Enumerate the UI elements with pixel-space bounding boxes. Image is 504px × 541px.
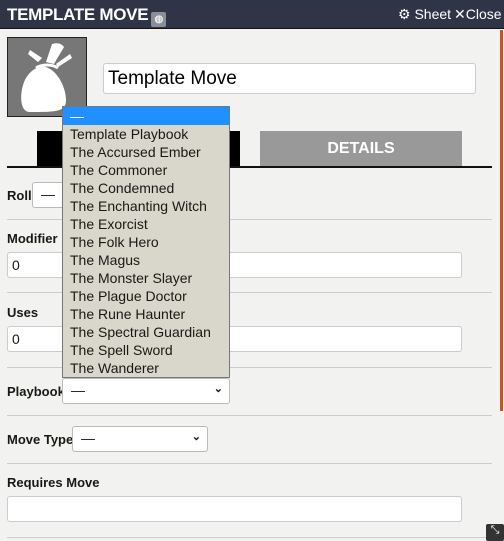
playbook-value: —: [71, 382, 85, 398]
dropdown-option[interactable]: The Wanderer: [63, 359, 229, 377]
requires-move-label: Requires Move: [7, 475, 100, 490]
roll-label: Roll: [7, 188, 32, 203]
chevron-down-icon: ⌄: [213, 383, 223, 395]
divider: [7, 537, 492, 538]
dropdown-option[interactable]: The Magus: [63, 251, 229, 269]
dropdown-option[interactable]: Template Playbook: [63, 125, 229, 143]
dropdown-option[interactable]: The Exorcist: [63, 215, 229, 233]
dropdown-option[interactable]: The Plague Doctor: [63, 287, 229, 305]
window-title: TEMPLATE MOVE ◍: [7, 5, 167, 27]
modifier-label: Modifier: [7, 231, 58, 246]
chevron-down-icon: ⌄: [191, 431, 201, 443]
sheet-button[interactable]: ⚙ Sheet: [398, 6, 451, 23]
dropdown-option[interactable]: The Monster Slayer: [63, 269, 229, 287]
uses-label: Uses: [7, 305, 39, 320]
dropdown-option[interactable]: The Spectral Guardian: [63, 323, 229, 341]
move-type-label: Move Type: [7, 432, 74, 447]
move-image[interactable]: [7, 37, 87, 117]
dropdown-option[interactable]: The Folk Hero: [63, 233, 229, 251]
dropdown-option[interactable]: The Enchanting Witch: [63, 197, 229, 215]
tab-details[interactable]: DETAILS: [260, 131, 462, 166]
bag-icon: [21, 43, 72, 112]
gear-icon: ⚙: [398, 6, 411, 22]
divider: [7, 415, 492, 416]
requires-move-input[interactable]: [7, 496, 462, 522]
divider: [7, 463, 492, 464]
playbook-dropdown-list[interactable]: — Template Playbook The Accursed Ember The …: [62, 106, 230, 378]
move-name-input[interactable]: [103, 63, 476, 94]
scrollbar[interactable]: [500, 30, 503, 411]
close-label: Close: [465, 6, 502, 22]
close-icon: ✕: [454, 6, 466, 22]
close-button[interactable]: ✕Close: [454, 6, 502, 23]
dropdown-option[interactable]: The Accursed Ember: [63, 143, 229, 161]
playbook-label: Playbook: [7, 384, 65, 399]
sheet-label: Sheet: [414, 6, 452, 22]
dropdown-option[interactable]: The Spell Sword: [63, 341, 229, 359]
window-header: TEMPLATE MOVE ◍ ⚙ Sheet ✕Close: [0, 0, 504, 29]
roll-value: —: [41, 186, 55, 202]
dropdown-option[interactable]: —: [63, 107, 229, 125]
resize-handle-icon[interactable]: ⤡: [486, 524, 504, 541]
playbook-select[interactable]: — ⌄: [62, 378, 230, 404]
dropdown-option[interactable]: The Condemned: [63, 179, 229, 197]
document-id-icon[interactable]: ◍: [151, 12, 167, 27]
move-type-value: —: [81, 430, 95, 446]
dropdown-option[interactable]: The Rune Haunter: [63, 305, 229, 323]
dropdown-option[interactable]: The Commoner: [63, 161, 229, 179]
move-type-select[interactable]: — ⌄: [72, 426, 208, 452]
title-text: TEMPLATE MOVE: [7, 5, 149, 24]
